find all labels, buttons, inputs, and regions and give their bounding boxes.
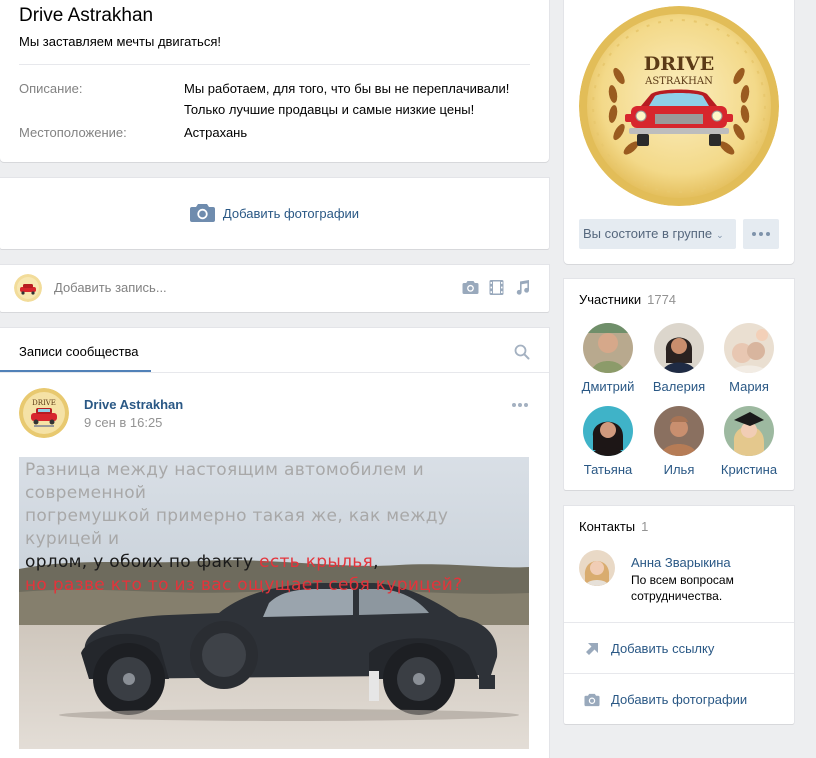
members-header[interactable]: Участники 1774 xyxy=(579,292,676,307)
more-dot xyxy=(752,232,756,236)
add-link-button[interactable]: Добавить ссылку xyxy=(564,622,794,672)
svg-text:DRIVE: DRIVE xyxy=(644,53,714,75)
more-dot xyxy=(766,232,770,236)
members-count: 1774 xyxy=(647,292,677,307)
camera-icon xyxy=(189,204,215,222)
group-cover-card: DRIVE ASTRAKHAN Вы состоите в группе ⌄ xyxy=(564,0,794,264)
member-name: Кристина xyxy=(720,462,778,477)
post-author[interactable]: Drive Astrakhan xyxy=(84,397,183,412)
membership-label: Вы состоите в группе xyxy=(583,226,713,241)
contact-desc-line-2: сотрудничества. xyxy=(631,589,723,603)
member-name: Мария xyxy=(729,379,769,394)
contacts-block: Контакты 1 Анна Зварыкина По всем вопроса… xyxy=(564,506,794,724)
more-actions-button[interactable] xyxy=(743,219,779,249)
avatar xyxy=(583,406,633,456)
location-value[interactable]: Астрахань xyxy=(184,122,544,143)
member-name: Илья xyxy=(663,462,695,477)
camera-icon[interactable] xyxy=(462,279,479,296)
film-icon[interactable] xyxy=(488,279,505,296)
members-title: Участники xyxy=(579,292,642,307)
description-line-2: Только лучшие продавцы и самые низкие це… xyxy=(184,102,475,117)
add-photos-label: Добавить фотографии xyxy=(222,206,360,221)
composer-attachments xyxy=(462,279,531,296)
composer-input[interactable]: Добавить запись... xyxy=(54,280,167,295)
camera-icon xyxy=(584,693,600,707)
avatar[interactable] xyxy=(579,550,615,586)
more-dot xyxy=(759,232,763,236)
location-label: Местоположение: xyxy=(19,125,127,140)
member-name: Дмитрий xyxy=(581,379,635,394)
caption-line-2: погремушкой примерно такая же, как между… xyxy=(25,506,449,549)
wall-tabs: Записи сообщества xyxy=(0,328,549,373)
description-value: Мы работаем, для того, что бы вы не пере… xyxy=(184,78,544,120)
post-composer[interactable]: Добавить запись... xyxy=(0,265,549,312)
tab-underline xyxy=(0,370,151,372)
contacts-header[interactable]: Контакты 1 xyxy=(579,519,648,534)
post-date[interactable]: 9 сен в 16:25 xyxy=(84,415,162,430)
add-photos-side-label: Добавить фотографии xyxy=(611,692,748,707)
add-photos-button[interactable]: Добавить фотографии xyxy=(0,203,549,222)
caption-line-3-part-a: орлом, у обоих по факту xyxy=(25,552,260,572)
link-icon xyxy=(586,643,598,655)
avatar xyxy=(724,406,774,456)
caption-line-3-part-c: , xyxy=(373,552,379,572)
contacts-count: 1 xyxy=(641,519,649,534)
group-info-card: Drive Astrakhan Мы заставляем мечты двиг… xyxy=(0,0,549,162)
member-item[interactable]: Мария xyxy=(714,323,784,394)
group-avatar xyxy=(14,274,42,302)
divider xyxy=(19,64,530,65)
more-icon[interactable] xyxy=(511,402,529,408)
community-wall: Записи сообщества DRIVE Drive Astrakhan … xyxy=(0,328,549,758)
avatar xyxy=(583,323,633,373)
contacts-title: Контакты xyxy=(579,519,636,534)
chevron-down-icon: ⌄ xyxy=(716,230,724,240)
page-title: Drive Astrakhan xyxy=(19,5,154,26)
music-icon[interactable] xyxy=(514,279,531,296)
group-logo[interactable]: DRIVE ASTRAKHAN xyxy=(579,6,779,206)
avatar xyxy=(654,323,704,373)
post-image[interactable]: Разница между настоящим автомобилем и со… xyxy=(19,457,529,749)
tab-community-posts[interactable]: Записи сообщества xyxy=(19,344,139,359)
add-photos-side-button[interactable]: Добавить фотографии xyxy=(564,673,794,723)
membership-button[interactable]: Вы состоите в группе ⌄ xyxy=(579,219,736,249)
caption-line-3: орлом, у обоих по факту есть крылья, xyxy=(25,551,525,574)
avatar xyxy=(724,323,774,373)
svg-text:DRIVE: DRIVE xyxy=(32,399,56,407)
contact-desc-line-1: По всем вопросам xyxy=(631,573,734,587)
search-icon[interactable] xyxy=(514,344,530,360)
member-item[interactable]: Илья xyxy=(644,406,714,477)
post-author-avatar[interactable]: DRIVE xyxy=(19,388,69,438)
member-item[interactable]: Дмитрий xyxy=(573,323,643,394)
add-link-label: Добавить ссылку xyxy=(611,641,715,656)
members-block: Участники 1774 Дмитрий Валерия Мария Тать… xyxy=(564,279,794,490)
avatar xyxy=(654,406,704,456)
member-name: Татьяна xyxy=(583,462,633,477)
caption-line-3-part-b: есть крылья xyxy=(259,552,374,572)
caption-line-4: но разве кто то из вас ощущает себя кури… xyxy=(25,575,463,595)
group-status: Мы заставляем мечты двигаться! xyxy=(19,34,221,49)
description-label: Описание: xyxy=(19,81,83,96)
caption-line-1: Разница между настоящим автомобилем и со… xyxy=(25,460,424,503)
description-row: Описание: Мы работаем, для того, что бы … xyxy=(19,78,530,120)
add-photos-card: Добавить фотографии xyxy=(0,178,549,249)
description-line-1: Мы работаем, для того, что бы вы не пере… xyxy=(184,81,510,96)
member-item[interactable]: Татьяна xyxy=(573,406,643,477)
member-item[interactable]: Валерия xyxy=(644,323,714,394)
contact-name[interactable]: Анна Зварыкина xyxy=(631,555,731,570)
member-item[interactable]: Кристина xyxy=(714,406,784,477)
member-name: Валерия xyxy=(652,379,706,394)
contact-description: По всем вопросам сотрудничества. xyxy=(631,572,781,604)
svg-text:ASTRAKHAN: ASTRAKHAN xyxy=(644,76,713,87)
location-row: Местоположение: Астрахань xyxy=(19,122,530,143)
post-caption: Разница между настоящим автомобилем и со… xyxy=(25,459,525,597)
